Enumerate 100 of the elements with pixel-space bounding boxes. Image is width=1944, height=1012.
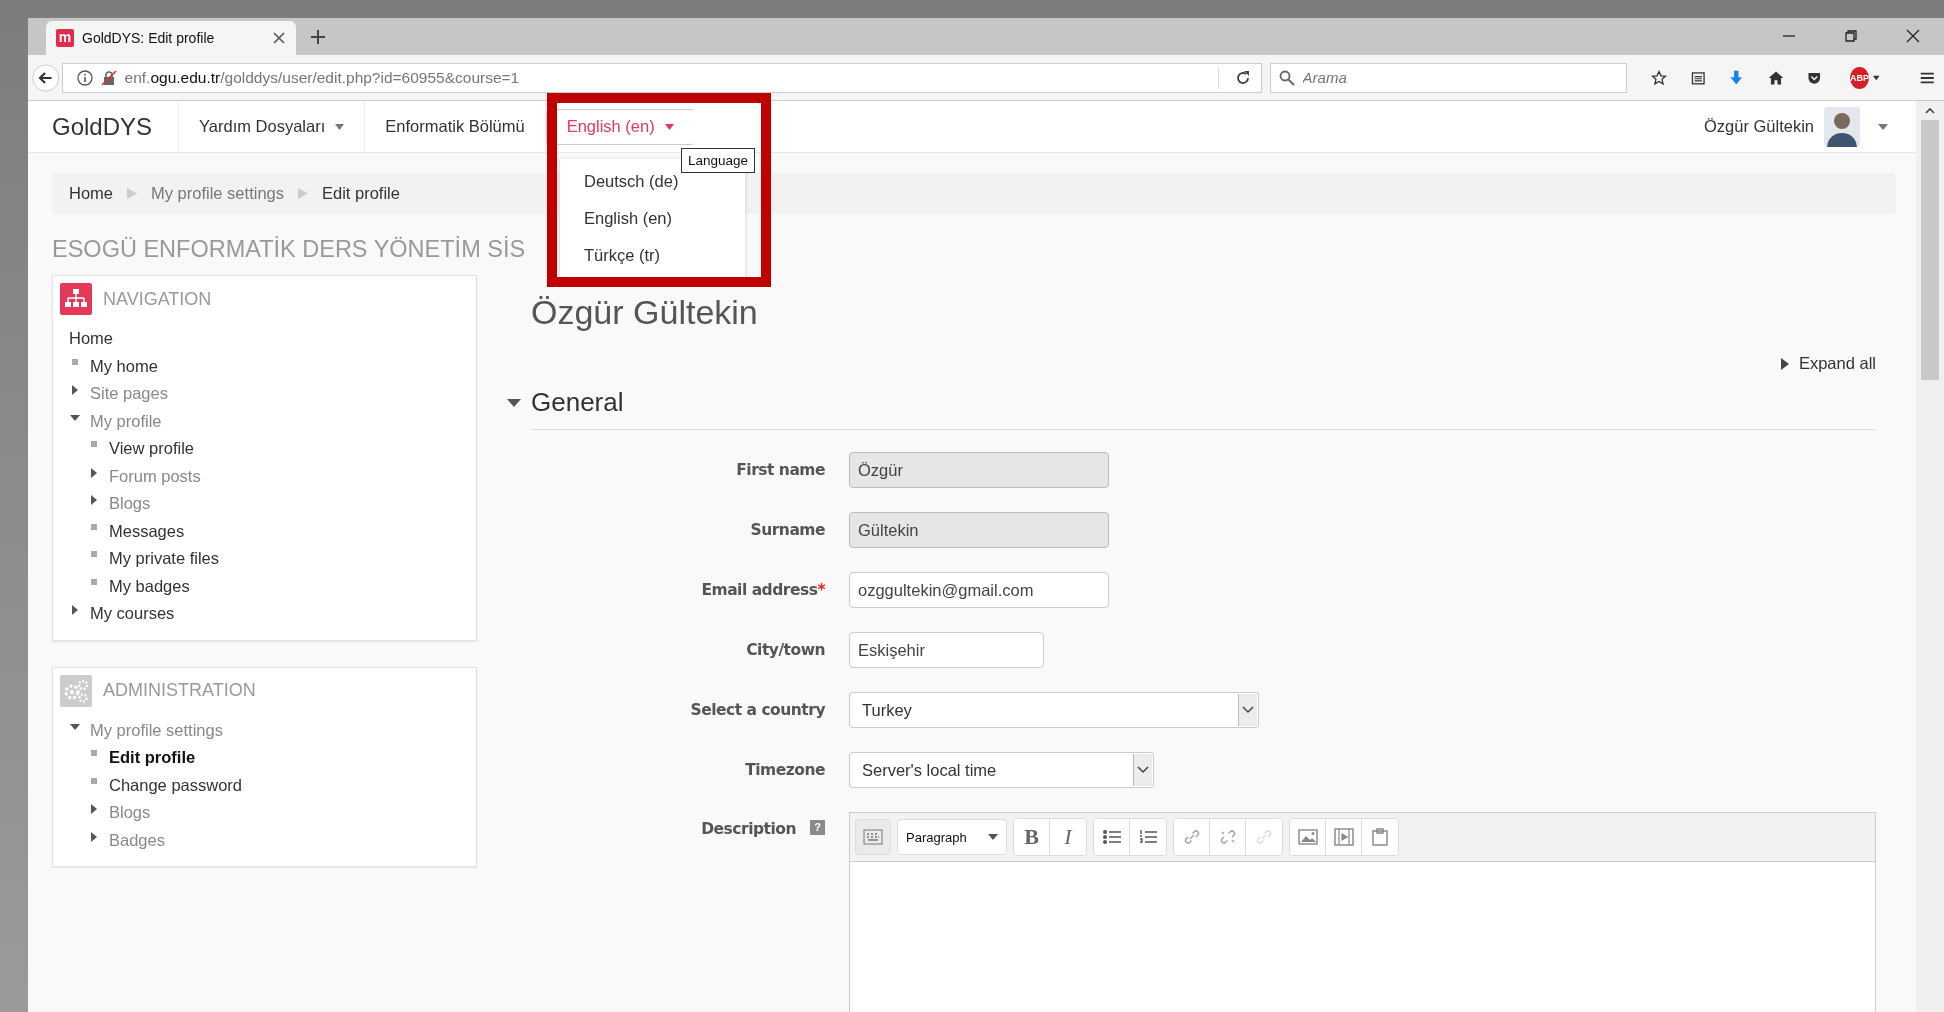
site-brand[interactable]: GoldDYS <box>52 101 180 152</box>
scrollbar-thumb[interactable] <box>1921 120 1939 380</box>
tree-item[interactable]: Home <box>69 329 113 349</box>
bullet-icon <box>91 578 97 585</box>
nav-menu-item[interactable]: English (en) <box>545 108 694 145</box>
caret-down-icon <box>664 123 674 130</box>
tree-item[interactable]: Forum posts <box>109 466 201 486</box>
caret-down-icon[interactable] <box>70 721 80 732</box>
caret-down-icon <box>335 123 345 130</box>
gears-icon <box>60 674 92 707</box>
caret-right-icon[interactable] <box>70 605 80 615</box>
breadcrumb-link[interactable]: Home <box>69 184 113 203</box>
bullet-icon <box>72 358 78 365</box>
nav-menu-item[interactable]: Yardım Dosyaları <box>179 101 366 152</box>
bullet-icon <box>91 523 97 530</box>
url-text: enf.ogu.edu.tr/golddys/user/edit.php?id=60955&course=1 <box>124 68 521 87</box>
search-icon <box>1278 69 1295 86</box>
caret-right-icon <box>1780 357 1789 370</box>
chevron-down-icon <box>1137 766 1149 774</box>
tree-item[interactable]: Edit profile <box>109 748 196 768</box>
numbered-list-button[interactable] <box>1130 819 1166 855</box>
info-icon[interactable] <box>76 69 93 86</box>
adblock-button[interactable]: ABP <box>1849 66 1869 89</box>
user-name[interactable]: Özgür Gültekin <box>1703 117 1814 136</box>
format-dropdown[interactable]: Paragraph <box>897 819 1007 855</box>
breadcrumb-link[interactable]: Edit profile <box>322 184 400 203</box>
caret-down-icon <box>988 834 998 840</box>
field-label: Email address* <box>701 581 825 599</box>
caret-down-icon[interactable] <box>70 412 80 423</box>
keyboard-icon <box>863 829 883 845</box>
select-dropdown[interactable]: Turkey <box>849 692 1259 728</box>
tree-item[interactable]: My profile <box>90 411 162 431</box>
bold-button[interactable]: B <box>1014 819 1050 855</box>
block-title: NAVIGATION <box>103 288 212 310</box>
close-icon[interactable] <box>272 31 286 45</box>
image-button[interactable] <box>1290 819 1326 855</box>
field-label: Description <box>701 820 796 838</box>
select-dropdown[interactable]: Server's local time <box>849 752 1154 788</box>
tree-item[interactable]: My profile settings <box>90 720 223 740</box>
sitemap-icon <box>60 283 92 315</box>
address-bar[interactable]: enf.ogu.edu.tr/golddys/user/edit.php?id=60955&course=1 <box>61 62 1262 93</box>
nav-menu-item[interactable]: Enformatik Bölümü <box>365 101 546 152</box>
page-heading: Özgür Gültekin <box>531 293 759 332</box>
separator-arrow-icon <box>298 188 308 199</box>
tree-item[interactable]: Badges <box>109 830 165 850</box>
caret-right-icon[interactable] <box>89 831 99 842</box>
field-label: First name <box>736 461 825 479</box>
bullet-list-button[interactable] <box>1094 819 1130 855</box>
tree-item[interactable]: Blogs <box>109 494 151 514</box>
italic-button[interactable]: I <box>1050 819 1086 855</box>
tooltip: Language <box>681 148 756 173</box>
site-heading: ESOGÜ ENFORMATİK DERS YÖNETİM SİS <box>52 236 526 263</box>
browser-tab[interactable]: m GoldDYS: Edit profile <box>46 21 296 55</box>
bullet-icon <box>91 750 97 756</box>
caret-down-icon[interactable] <box>1872 74 1880 81</box>
bullet-icon <box>91 551 97 557</box>
caret-right-icon[interactable] <box>89 804 99 814</box>
toolbar-toggle-button[interactable] <box>855 819 891 855</box>
search-field[interactable]: Arama <box>1269 62 1627 93</box>
tree-item[interactable]: View profile <box>109 439 194 459</box>
numbered-list-icon <box>1138 829 1158 845</box>
plus-icon[interactable] <box>310 29 326 45</box>
bullet-icon <box>91 777 97 784</box>
expand-all-link[interactable]: Expand all <box>1780 354 1876 373</box>
tree-item[interactable]: Messages <box>109 521 185 541</box>
tree-item[interactable]: My home <box>90 356 158 376</box>
caret-right-icon[interactable] <box>89 495 99 505</box>
breadcrumb-link[interactable]: My profile settings <box>151 184 284 203</box>
caret-right-icon[interactable] <box>89 467 99 478</box>
image-icon <box>1297 829 1318 845</box>
language-option[interactable]: English (en) <box>560 200 745 237</box>
crossed-lock-icon[interactable] <box>100 69 117 86</box>
close-icon[interactable] <box>1906 29 1920 43</box>
separator-arrow-icon <box>127 188 137 199</box>
text-field[interactable]: Eskişehir <box>849 632 1044 668</box>
tree-item[interactable]: Change password <box>109 775 242 795</box>
tree-item[interactable]: My private files <box>109 549 220 569</box>
tree-item[interactable]: My badges <box>109 576 190 596</box>
tree-item[interactable]: Site pages <box>90 384 168 404</box>
tree-item[interactable]: My courses <box>90 604 175 624</box>
link-icon <box>1254 829 1274 845</box>
caret-right-icon[interactable] <box>70 385 80 395</box>
section-title[interactable]: General <box>531 387 624 418</box>
video-button[interactable] <box>1326 819 1362 855</box>
reload-icon[interactable] <box>1234 69 1251 86</box>
field-label: City/town <box>746 641 825 659</box>
tree-item[interactable]: Blogs <box>109 803 151 823</box>
bullet-icon <box>91 441 97 447</box>
block-title: ADMINISTRATION <box>103 680 256 701</box>
text-field[interactable]: ozggultekin@gmail.com <box>849 572 1109 608</box>
scrollbar[interactable] <box>1916 101 1944 1012</box>
restore-icon[interactable] <box>1844 29 1858 43</box>
field-label: Select a country <box>690 701 825 719</box>
field-label: Timezone <box>745 761 825 779</box>
field-label: Surname <box>750 521 825 539</box>
chevron-down-icon <box>1242 706 1254 714</box>
avatar-silhouette[interactable] <box>1824 106 1860 147</box>
language-option[interactable]: Türkçe (tr) <box>560 237 745 274</box>
film-icon <box>1333 828 1354 846</box>
bullet-list-icon <box>1101 829 1122 845</box>
